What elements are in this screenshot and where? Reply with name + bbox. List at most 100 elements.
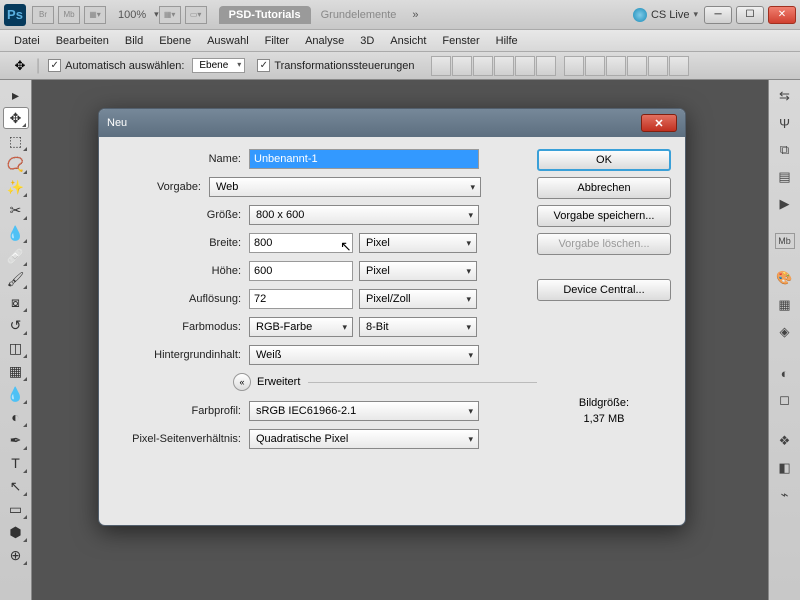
distribute-btn[interactable] — [627, 56, 647, 76]
image-size-label: Bildgröße: — [537, 397, 671, 409]
cancel-button[interactable]: Abbrechen — [537, 177, 671, 199]
menu-datei[interactable]: Datei — [6, 32, 48, 50]
distribute-btn[interactable] — [585, 56, 605, 76]
advanced-toggle-button[interactable]: « — [233, 373, 251, 391]
profile-dropdown[interactable]: sRGB IEC61966-2.1 — [249, 401, 479, 421]
minibridge-icon[interactable]: Mb — [58, 6, 80, 24]
3d-tool[interactable]: ⬢ — [3, 521, 29, 543]
type-tool[interactable]: T — [3, 452, 29, 474]
workspace-more-icon[interactable]: » — [412, 9, 418, 21]
workspace-tab[interactable]: Grundelemente — [311, 6, 407, 24]
dialog-title: Neu — [107, 117, 127, 129]
dodge-tool[interactable]: ◐ — [3, 406, 29, 428]
menu-ebene[interactable]: Ebene — [151, 32, 199, 50]
transform-checkbox[interactable]: ✓ — [257, 59, 270, 72]
auto-select-dropdown[interactable]: Ebene — [192, 58, 245, 73]
resolution-input[interactable] — [249, 289, 353, 309]
color-panel-icon[interactable]: 🎨 — [772, 266, 798, 290]
path-select-tool[interactable]: ↖ — [3, 475, 29, 497]
dialog-close-button[interactable]: ✕ — [641, 114, 677, 132]
workspace-tab-active[interactable]: PSD-Tutorials — [219, 6, 311, 24]
3d-camera-tool[interactable]: ⊕ — [3, 544, 29, 566]
marquee-tool[interactable]: ⬚ — [3, 130, 29, 152]
width-input[interactable] — [249, 233, 353, 253]
clone-panel-icon[interactable]: ⧉ — [772, 138, 798, 162]
menu-bild[interactable]: Bild — [117, 32, 151, 50]
profile-label: Farbprofil: — [113, 405, 249, 417]
brush-panel-icon[interactable]: Ψ — [772, 111, 798, 135]
menu-hilfe[interactable]: Hilfe — [488, 32, 526, 50]
styles-panel-icon[interactable]: ◈ — [772, 320, 798, 344]
heal-tool[interactable]: 🩹 — [3, 245, 29, 267]
view-icon[interactable]: ▦▾ — [84, 6, 106, 24]
eyedropper-tool[interactable]: 💧 — [3, 222, 29, 244]
menu-ansicht[interactable]: Ansicht — [382, 32, 434, 50]
close-button[interactable]: ✕ — [768, 6, 796, 24]
mb-panel-icon[interactable]: Mb — [775, 233, 795, 249]
maximize-button[interactable]: ☐ — [736, 6, 764, 24]
distribute-btn[interactable] — [669, 56, 689, 76]
distribute-btn[interactable] — [606, 56, 626, 76]
masks-panel-icon[interactable]: ◻ — [772, 388, 798, 412]
lasso-tool[interactable]: 📿 — [3, 153, 29, 175]
history-brush-tool[interactable]: ↺ — [3, 314, 29, 336]
ok-button[interactable]: OK — [537, 149, 671, 171]
ps-logo: Ps — [4, 4, 26, 26]
menu-fenster[interactable]: Fenster — [434, 32, 487, 50]
paths-panel-icon[interactable]: ⌁ — [772, 483, 798, 507]
zoom-level[interactable]: 100% — [118, 9, 146, 21]
adjustments-panel-icon[interactable]: ◐ — [772, 361, 798, 385]
preset-dropdown[interactable]: Web — [209, 177, 481, 197]
cslive-button[interactable]: CS Live ▾ — [633, 8, 698, 22]
move-tool[interactable]: ✥ — [3, 107, 29, 129]
menu-analyse[interactable]: Analyse — [297, 32, 352, 50]
align-btn[interactable] — [473, 56, 493, 76]
stamp-tool[interactable]: ⧇ — [3, 291, 29, 313]
save-preset-button[interactable]: Vorgabe speichern... — [537, 205, 671, 227]
align-btn[interactable] — [515, 56, 535, 76]
eraser-tool[interactable]: ◫ — [3, 337, 29, 359]
channels-panel-icon[interactable]: ◧ — [772, 456, 798, 480]
gradient-tool[interactable]: ▦ — [3, 360, 29, 382]
crop-tool[interactable]: ✂ — [3, 199, 29, 221]
align-btn[interactable] — [536, 56, 556, 76]
menu-bearbeiten[interactable]: Bearbeiten — [48, 32, 117, 50]
layers-panel-icon[interactable]: ❖ — [772, 429, 798, 453]
panel-toggle-icon[interactable]: ⇆ — [772, 84, 798, 108]
menu-3d[interactable]: 3D — [352, 32, 382, 50]
aspect-dropdown[interactable]: Quadratische Pixel — [249, 429, 479, 449]
device-central-button[interactable]: Device Central... — [537, 279, 671, 301]
depth-dropdown[interactable]: 8-Bit — [359, 317, 477, 337]
align-btn[interactable] — [452, 56, 472, 76]
swatches-panel-icon[interactable]: ▦ — [772, 293, 798, 317]
height-input[interactable] — [249, 261, 353, 281]
menu-filter[interactable]: Filter — [257, 32, 297, 50]
height-unit-dropdown[interactable]: Pixel — [359, 261, 477, 281]
distribute-btn[interactable] — [648, 56, 668, 76]
blur-tool[interactable]: 💧 — [3, 383, 29, 405]
name-input[interactable] — [249, 149, 479, 169]
advanced-label: Erweitert — [257, 376, 300, 388]
wand-tool[interactable]: ✨ — [3, 176, 29, 198]
colormode-dropdown[interactable]: RGB-Farbe — [249, 317, 353, 337]
size-dropdown[interactable]: 800 x 600 — [249, 205, 479, 225]
distribute-btn[interactable] — [564, 56, 584, 76]
history-panel-icon[interactable]: ▤ — [772, 165, 798, 189]
align-btn[interactable] — [431, 56, 451, 76]
pen-tool[interactable]: ✒ — [3, 429, 29, 451]
arrange-icon[interactable]: ▦▾ — [159, 6, 181, 24]
bridge-icon[interactable]: Br — [32, 6, 54, 24]
screen-mode-icon[interactable]: ▭▾ — [185, 6, 207, 24]
minimize-button[interactable]: ─ — [704, 6, 732, 24]
align-btn[interactable] — [494, 56, 514, 76]
shape-tool[interactable]: ▭ — [3, 498, 29, 520]
resolution-unit-dropdown[interactable]: Pixel/Zoll — [359, 289, 477, 309]
size-label: Größe: — [113, 209, 249, 221]
width-unit-dropdown[interactable]: Pixel — [359, 233, 477, 253]
auto-select-checkbox[interactable]: ✓ — [48, 59, 61, 72]
panel-collapse-icon[interactable]: ▸ — [3, 84, 29, 106]
background-dropdown[interactable]: Weiß — [249, 345, 479, 365]
actions-panel-icon[interactable]: ▶ — [772, 192, 798, 216]
brush-tool[interactable]: 🖌 — [3, 268, 29, 290]
menu-auswahl[interactable]: Auswahl — [199, 32, 257, 50]
